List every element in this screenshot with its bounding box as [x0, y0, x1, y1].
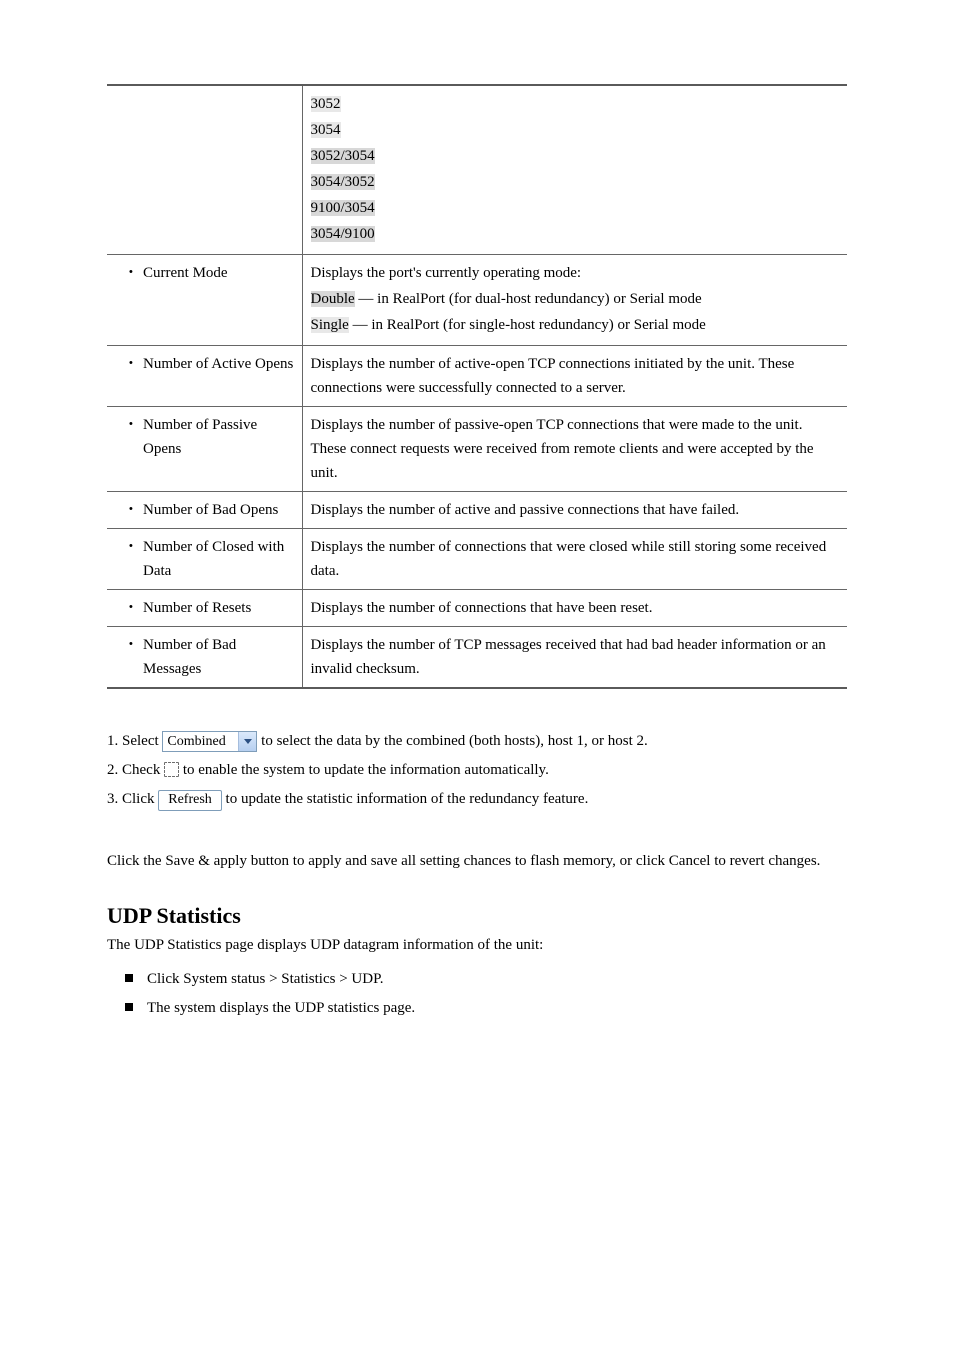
list-item: Click System status > Statistics > UDP.	[107, 965, 847, 994]
instruction-list: 1. Select Combined to select the data by…	[107, 729, 847, 811]
field-desc: Displays the number of connections that …	[311, 600, 653, 616]
port-option: 3052/3054	[311, 148, 375, 164]
port-option: 3054/9100	[311, 226, 375, 242]
table-row: Number of Active Opens Displays the numb…	[107, 346, 847, 407]
save-apply-note: Click the Save & apply button to apply a…	[107, 849, 847, 873]
field-label: Number of Passive Opens	[115, 413, 294, 461]
table-row: Number of Bad Messages Displays the numb…	[107, 627, 847, 689]
field-label: Number of Closed with Data	[115, 535, 294, 583]
field-desc: Displays the number of passive-open TCP …	[311, 417, 814, 481]
step-text: 3. Click	[107, 791, 158, 807]
port-option: 9100/3054	[311, 200, 375, 216]
field-label: Current Mode	[115, 261, 294, 285]
field-label: Number of Bad Opens	[115, 498, 294, 522]
field-desc: Displays the number of active and passiv…	[311, 502, 740, 518]
field-desc: Displays the number of TCP messages rece…	[311, 637, 826, 677]
data-host-select[interactable]: Combined	[162, 731, 257, 752]
port-option: 3054/3052	[311, 174, 375, 190]
table-row: Number of Bad Opens Displays the number …	[107, 492, 847, 529]
table-row: 3052 3054 3052/3054 3054/3052 9100/3054 …	[107, 85, 847, 255]
mode-option: Single	[311, 317, 349, 333]
select-value: Combined	[167, 734, 225, 749]
chevron-down-icon	[238, 732, 256, 751]
step-text: 2. Check	[107, 762, 164, 778]
port-option: 3054	[311, 122, 341, 138]
field-label: Number of Resets	[115, 596, 294, 620]
list-item: The system displays the UDP statistics p…	[107, 994, 847, 1023]
mode-option-tail: — in RealPort (for dual-host redundancy)…	[355, 291, 702, 307]
section-subtext: The UDP Statistics page displays UDP dat…	[107, 933, 847, 957]
mode-option: Double	[311, 291, 355, 307]
table-row: Number of Resets Displays the number of …	[107, 590, 847, 627]
auto-refresh-checkbox[interactable]	[164, 762, 179, 777]
table-row: Number of Closed with Data Displays the …	[107, 529, 847, 590]
table-row: Number of Passive Opens Displays the num…	[107, 407, 847, 492]
mode-option-tail: — in RealPort (for single-host redundanc…	[349, 317, 706, 333]
step-text: 1. Select	[107, 733, 162, 749]
field-desc: Displays the number of connections that …	[311, 539, 827, 579]
field-label: Number of Active Opens	[115, 352, 294, 376]
step-text: to select the data by the combined (both…	[261, 733, 648, 749]
refresh-button[interactable]: Refresh	[158, 790, 222, 812]
field-label: Number of Bad Messages	[115, 633, 294, 681]
field-desc: Displays the port's currently operating …	[311, 261, 840, 285]
step-text: to enable the system to update the infor…	[183, 762, 549, 778]
nav-steps-list: Click System status > Statistics > UDP. …	[107, 965, 847, 1022]
table-row: Current Mode Displays the port's current…	[107, 255, 847, 346]
section-heading-udp: UDP Statistics	[107, 903, 847, 929]
step-text: to update the statistic information of t…	[226, 791, 589, 807]
port-option: 3052	[311, 96, 341, 112]
fields-table: 3052 3054 3052/3054 3054/3052 9100/3054 …	[107, 84, 847, 689]
field-desc: Displays the number of active-open TCP c…	[311, 356, 795, 396]
